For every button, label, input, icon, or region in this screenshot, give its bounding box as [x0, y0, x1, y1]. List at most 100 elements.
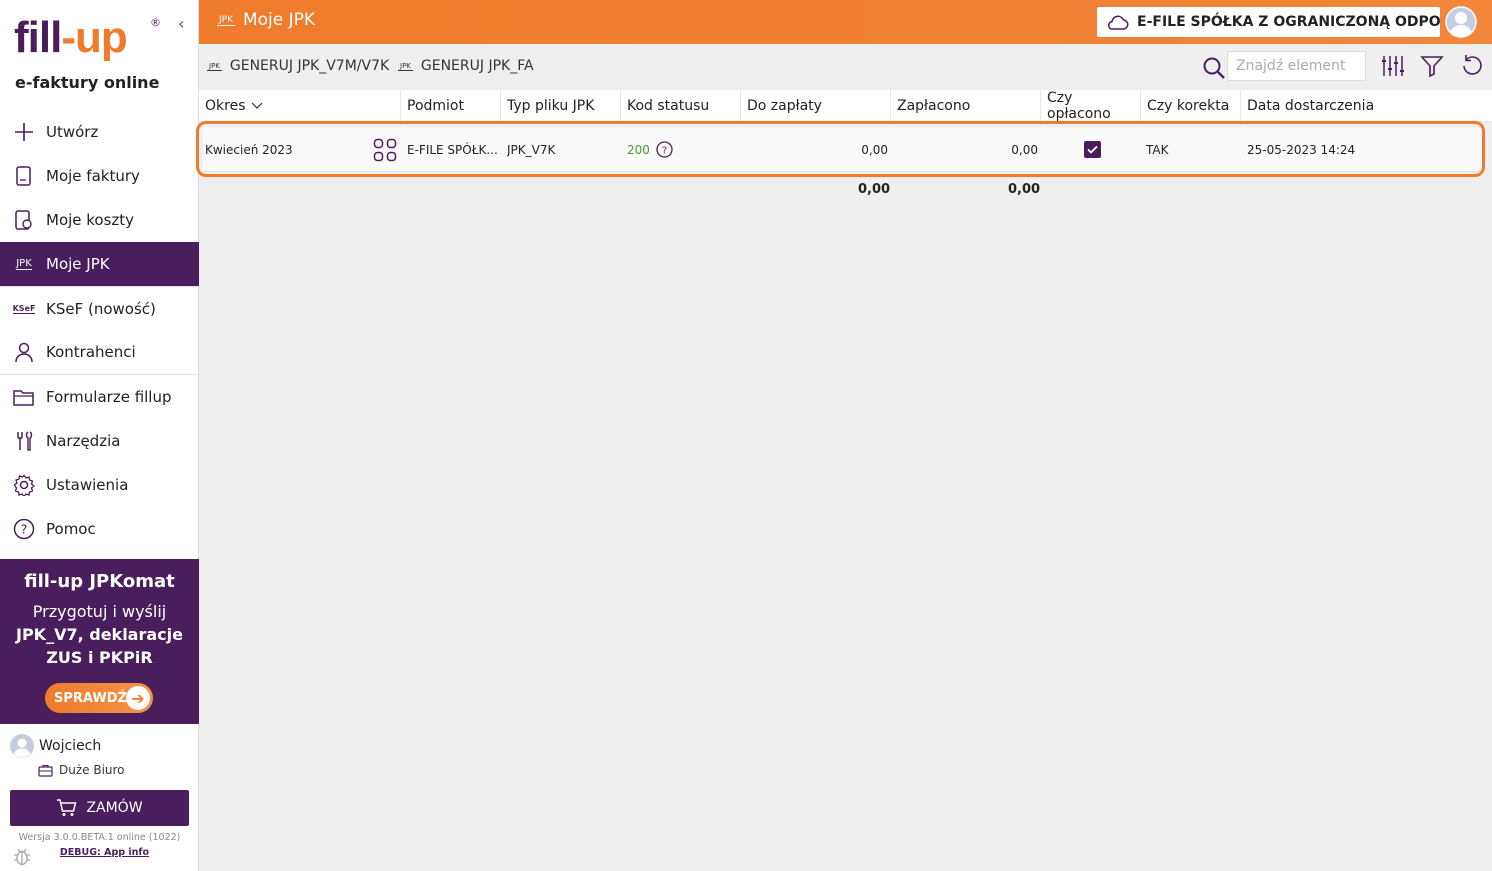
- sidebar-item-ksef[interactable]: KSeF KSeF (nowość): [0, 286, 199, 330]
- logo-registered-mark: ®: [150, 16, 161, 29]
- promo-text: Przygotuj i wyślij JPK_V7, deklaracje ZU…: [0, 600, 199, 669]
- column-header-podmiot[interactable]: Podmiot: [400, 90, 500, 122]
- promo-title: fill-up JPKomat: [24, 571, 175, 592]
- jpk-icon: JPK: [12, 252, 36, 276]
- top-header: JPK Moje JPK E-FILE SPÓŁKA Z OGRANICZONĄ…: [199, 0, 1492, 44]
- column-header-do-zaplaty[interactable]: Do zapłaty: [740, 90, 890, 122]
- column-header-typ[interactable]: Typ pliku JPK: [500, 90, 620, 122]
- promo-button-label: SPRAWDŹ: [54, 690, 127, 706]
- sidebar-item-forms[interactable]: Formularze fillup: [0, 374, 199, 419]
- promo-check-button[interactable]: SPRAWDŹ ➔: [45, 683, 153, 713]
- sidebar-item-label: Moje faktury: [46, 167, 140, 185]
- company-selector[interactable]: E-FILE SPÓŁKA Z OGRANICZONĄ ODPO...: [1097, 7, 1440, 37]
- sidebar-item-label: Moje JPK: [46, 255, 110, 273]
- generate-jpk-fa-label: GENERUJ JPK_FA: [420, 58, 534, 74]
- paid-checkbox[interactable]: [1084, 141, 1101, 158]
- column-header-czy-korekta[interactable]: Czy korekta: [1140, 90, 1240, 122]
- sidebar-item-settings[interactable]: Ustawienia: [0, 463, 199, 507]
- promo-banner: fill-up JPKomat Przygotuj i wyślij JPK_V…: [0, 559, 199, 724]
- column-header-czy-oplacono[interactable]: Czy opłacono: [1040, 90, 1140, 122]
- cell-czy-oplacono: [1084, 127, 1104, 172]
- logo-subtitle: e-faktury online: [15, 73, 160, 92]
- generate-jpk-v7-button[interactable]: JPK GENERUJ JPK_V7M/V7K: [207, 58, 389, 74]
- jpk-table: Okres Podmiot Typ pliku JPK Kod statusu …: [196, 90, 1492, 197]
- column-header-data[interactable]: Data dostarczenia: [1240, 90, 1492, 122]
- sidebar-item-label: Ustawienia: [46, 476, 129, 494]
- office-name: Duże Biuro: [59, 763, 125, 777]
- cell-okres: Kwiecień 2023: [205, 142, 293, 157]
- sidebar-item-invoices[interactable]: Moje faktury: [0, 154, 199, 198]
- column-header-kod[interactable]: Kod statusu: [620, 90, 740, 122]
- logo[interactable]: fill-up ®: [14, 14, 164, 64]
- sidebar-item-label: Utwórz: [46, 123, 99, 141]
- column-header-okres[interactable]: Okres: [199, 90, 399, 122]
- header-avatar[interactable]: [1445, 6, 1477, 38]
- cell-data: 25-05-2023 14:24: [1247, 142, 1356, 157]
- tools-icon: [12, 429, 36, 453]
- sidebar-nav: Utwórz Moje faktury Moje koszty JPK Moje…: [0, 110, 199, 551]
- cell-typ: JPK_V7K: [507, 142, 556, 157]
- jpk-icon-text: JPK: [16, 258, 32, 270]
- refresh-icon[interactable]: [1460, 54, 1484, 78]
- toolbar: JPK GENERUJ JPK_V7M/V7K JPK GENERUJ JPK_…: [199, 44, 1492, 90]
- sidebar-item-costs[interactable]: Moje koszty: [0, 198, 199, 242]
- sidebar-item-create[interactable]: Utwórz: [0, 110, 199, 154]
- cart-icon: [57, 799, 77, 816]
- jpk-icon: JPK: [398, 61, 413, 71]
- search-icon[interactable]: [1202, 56, 1226, 80]
- column-header-label: Typ pliku JPK: [507, 98, 595, 114]
- briefcase-icon: [38, 764, 53, 777]
- cell-czy-korekta: TAK: [1146, 142, 1169, 157]
- sidebar-item-label: Pomoc: [46, 520, 96, 538]
- user-profile[interactable]: Wojciech: [10, 734, 101, 758]
- column-settings-icon[interactable]: [1380, 54, 1404, 78]
- order-button[interactable]: ZAMÓW: [10, 790, 189, 826]
- cell-do-zaplaty: 0,00: [861, 142, 888, 157]
- filter-icon[interactable]: [1420, 54, 1444, 78]
- table-header: Okres Podmiot Typ pliku JPK Kod statusu …: [199, 90, 1492, 122]
- invoice-icon: [12, 164, 36, 188]
- column-header-label: Do zapłaty: [747, 98, 822, 114]
- avatar: [10, 734, 34, 758]
- person-icon: [12, 340, 36, 364]
- arrow-right-icon: ➔: [126, 686, 150, 710]
- cell-podmiot: E-FILE SPÓŁK...: [407, 142, 497, 157]
- page-title-text: Moje JPK: [242, 10, 316, 30]
- search-input[interactable]: [1227, 51, 1366, 81]
- order-button-label: ZAMÓW: [86, 800, 143, 816]
- column-header-label: Okres: [205, 98, 246, 114]
- gear-icon: [12, 473, 36, 497]
- sidebar-item-help[interactable]: ? Pomoc: [0, 507, 199, 551]
- version-text: Wersja 3.0.0.BETA.1 online (1022): [18, 832, 181, 843]
- column-header-zaplacono[interactable]: Zapłacono: [890, 90, 1040, 122]
- sidebar-item-tools[interactable]: Narzędzia: [0, 419, 199, 463]
- column-header-label: Czy opłacono: [1047, 90, 1111, 122]
- column-header-label: Data dostarczenia: [1247, 98, 1375, 114]
- sidebar-item-contractors[interactable]: Kontrahenci: [0, 330, 199, 374]
- folder-icon: [12, 385, 36, 409]
- promo-line: JPK_V7, deklaracje: [16, 625, 183, 644]
- costs-icon: [12, 208, 36, 232]
- sidebar-item-label: KSeF (nowość): [46, 299, 156, 318]
- total-zaplacono: 0,00: [1008, 182, 1041, 197]
- sidebar-item-jpk[interactable]: JPK Moje JPK: [0, 242, 199, 286]
- user-name: Wojciech: [39, 738, 102, 754]
- chevron-down-icon: [252, 102, 263, 109]
- check-icon: [1087, 145, 1098, 154]
- logo-text-fill: fill: [14, 13, 62, 62]
- cell-zaplacono: 0,00: [1011, 142, 1038, 157]
- logo-text-up: up: [74, 13, 128, 62]
- grid-apps-icon[interactable]: [373, 138, 397, 162]
- logo-text-dash: -: [61, 13, 76, 62]
- generate-jpk-fa-button[interactable]: JPK GENERUJ JPK_FA: [398, 58, 534, 74]
- promo-line: Przygotuj i wyślij: [32, 602, 167, 621]
- debug-app-info-link[interactable]: DEBUG: App info: [0, 847, 209, 858]
- collapse-sidebar-button[interactable]: ‹: [178, 14, 184, 33]
- table-row[interactable]: Kwiecień 2023 E-FILE SPÓŁK... JPK_V7K 20…: [203, 127, 1483, 172]
- total-do-zaplaty: 0,00: [858, 182, 891, 197]
- help-icon[interactable]: ?: [656, 141, 673, 158]
- plus-icon: [12, 120, 36, 144]
- jpk-icon: JPK: [207, 61, 222, 71]
- column-header-label: Podmiot: [407, 98, 464, 114]
- column-header-label: Zapłacono: [897, 98, 971, 114]
